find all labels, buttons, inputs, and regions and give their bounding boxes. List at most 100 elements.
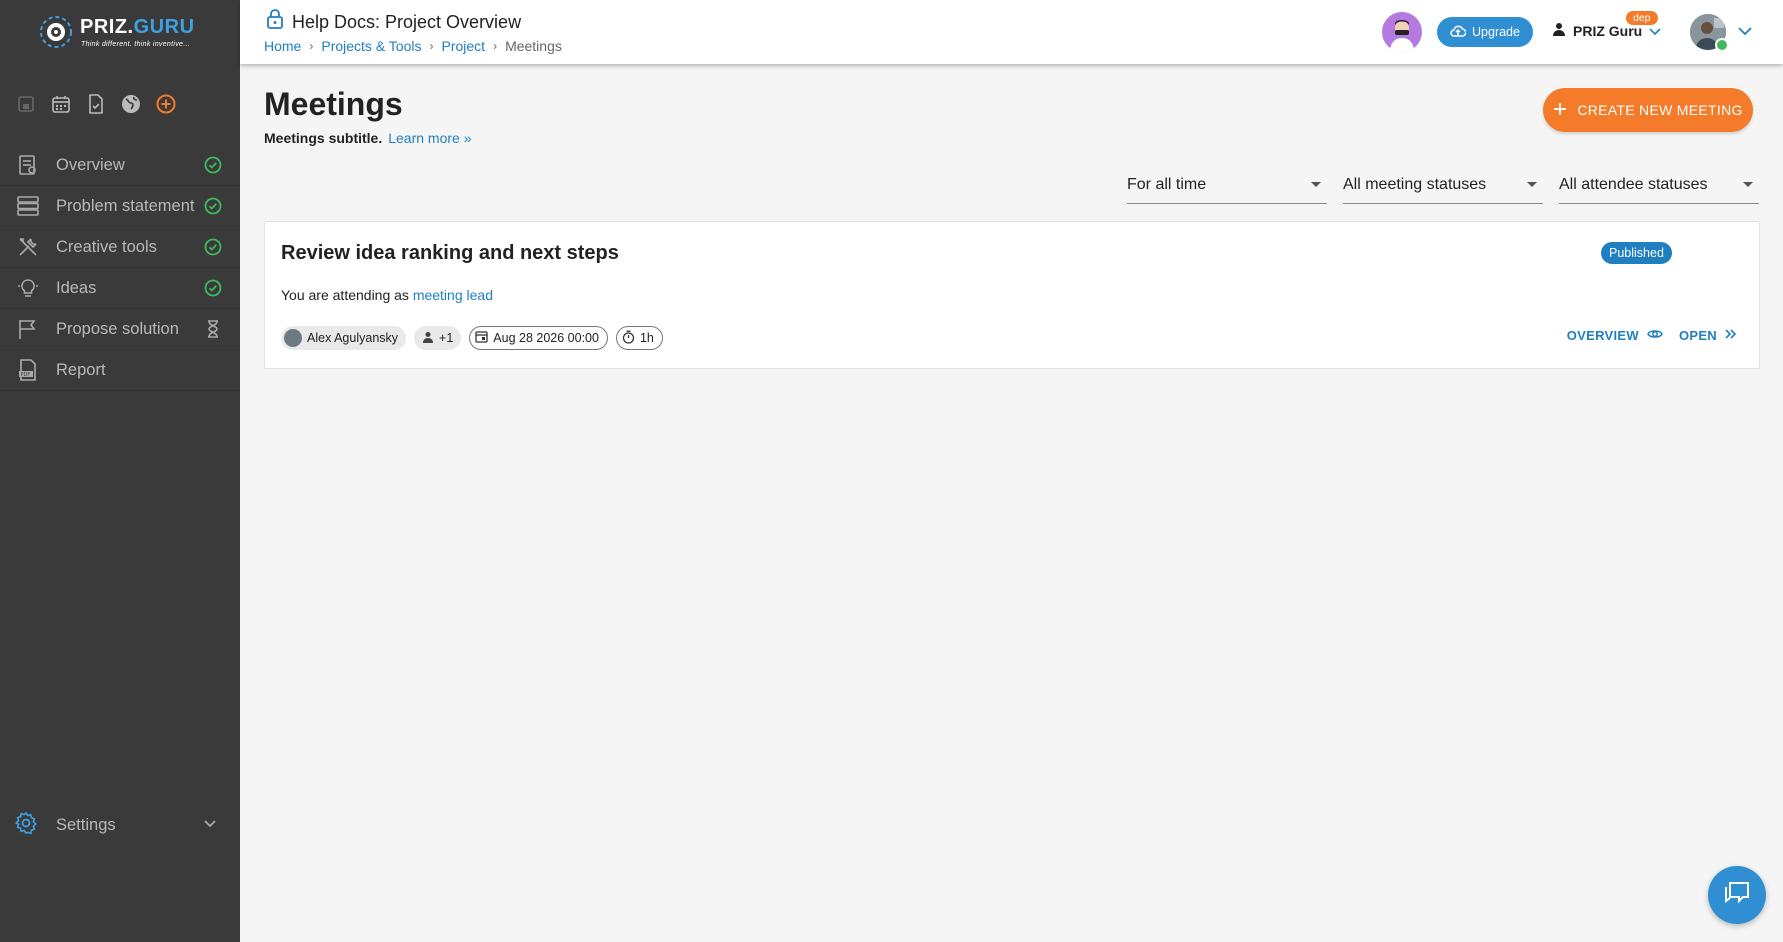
sidebar-item-overview[interactable]: Overview bbox=[0, 145, 240, 186]
duration-chip: 1h bbox=[615, 326, 663, 350]
person-icon bbox=[1552, 22, 1566, 39]
project-nav: Overview Problem statement Creative tool… bbox=[0, 145, 240, 391]
meeting-date: Aug 28 2026 00:00 bbox=[493, 331, 599, 345]
save-icon[interactable] bbox=[14, 92, 38, 116]
breadcrumb: Home › Projects & Tools › Project › Meet… bbox=[264, 38, 562, 54]
attendees-count: +1 bbox=[439, 331, 454, 345]
learn-more-link[interactable]: Learn more » bbox=[388, 130, 471, 146]
attendees-chip[interactable]: +1 bbox=[414, 326, 462, 350]
sidebar-item-ideas[interactable]: Ideas bbox=[0, 268, 240, 309]
sidebar-item-problem-statement[interactable]: Problem statement bbox=[0, 186, 240, 227]
breadcrumb-separator-icon: › bbox=[429, 39, 434, 53]
breadcrumb-current: Meetings bbox=[505, 38, 562, 54]
timer-icon bbox=[622, 330, 635, 347]
attendee-status-filter-value: All attendee statuses bbox=[1559, 175, 1708, 193]
upgrade-label: Upgrade bbox=[1472, 25, 1520, 39]
check-circle-icon bbox=[203, 155, 223, 175]
owner-name: Alex Agulyansky bbox=[307, 331, 399, 345]
sidebar: PRIZ.GURU Think different. think inventi… bbox=[0, 0, 240, 942]
avatar bbox=[284, 329, 302, 347]
breadcrumb-projects-tools[interactable]: Projects & Tools bbox=[321, 38, 421, 54]
subtitle-text: Meetings subtitle. bbox=[264, 130, 383, 146]
dropdown-caret-icon bbox=[1743, 182, 1753, 187]
logo-eye-icon bbox=[40, 16, 72, 48]
svg-text:PDF: PDF bbox=[21, 372, 31, 378]
meeting-status-filter-value: All meeting statuses bbox=[1343, 175, 1487, 193]
lock-icon bbox=[266, 8, 284, 35]
attendee-status-filter-select[interactable]: All attendee statuses bbox=[1559, 166, 1759, 204]
meeting-title: Review idea ranking and next steps bbox=[281, 242, 619, 264]
eye-icon bbox=[1647, 328, 1663, 343]
overview-icon bbox=[16, 153, 40, 177]
logo-wordmark: PRIZ.GURU bbox=[80, 16, 195, 38]
breadcrumb-home[interactable]: Home bbox=[264, 38, 301, 54]
quick-actions bbox=[14, 92, 178, 116]
problem-statement-icon bbox=[16, 194, 40, 218]
check-circle-icon bbox=[203, 237, 223, 257]
pdf-icon: PDF bbox=[16, 358, 40, 382]
date-chip: Aug 28 2026 00:00 bbox=[469, 326, 608, 350]
dropdown-caret-icon bbox=[1311, 182, 1321, 187]
main-content: Meetings Meetings subtitle. Learn more » … bbox=[240, 64, 1783, 942]
cloud-upload-icon bbox=[1450, 24, 1467, 41]
top-header: Help Docs: Project Overview Home › Proje… bbox=[240, 0, 1783, 64]
meeting-card: Review idea ranking and next steps Publi… bbox=[264, 221, 1760, 369]
attendance-role: You are attending as meeting lead bbox=[281, 287, 493, 303]
owner-chip: Alex Agulyansky bbox=[281, 326, 407, 350]
sidebar-item-label: Creative tools bbox=[56, 237, 157, 256]
attending-prefix: You are attending as bbox=[281, 287, 409, 303]
lightbulb-icon bbox=[16, 276, 40, 300]
period-filter-select[interactable]: For all time bbox=[1127, 166, 1327, 204]
sidebar-item-propose-solution[interactable]: Propose solution bbox=[0, 309, 240, 350]
sidebar-item-settings[interactable]: Settings bbox=[0, 805, 240, 845]
person-icon bbox=[422, 331, 434, 346]
calendar-icon bbox=[475, 330, 488, 346]
meeting-actions: OVERVIEW OPEN bbox=[1567, 328, 1737, 343]
meeting-status-filter-select[interactable]: All meeting statuses bbox=[1343, 166, 1543, 204]
upgrade-button[interactable]: Upgrade bbox=[1437, 17, 1533, 47]
online-status-icon bbox=[1715, 38, 1729, 52]
open-button[interactable]: OPEN bbox=[1679, 328, 1737, 343]
environment-badge: dep bbox=[1626, 11, 1658, 25]
gear-icon bbox=[14, 811, 38, 840]
globe-icon[interactable] bbox=[119, 92, 143, 116]
meeting-duration: 1h bbox=[639, 331, 654, 345]
open-label: OPEN bbox=[1678, 328, 1717, 343]
sidebar-item-report[interactable]: PDF Report bbox=[0, 350, 240, 391]
create-meeting-label: CREATE NEW MEETING bbox=[1577, 102, 1743, 118]
period-filter-value: For all time bbox=[1127, 175, 1207, 193]
priz-guru-logo[interactable]: PRIZ.GURU Think different. think inventi… bbox=[36, 10, 211, 54]
sidebar-item-creative-tools[interactable]: Creative tools bbox=[0, 227, 240, 268]
add-circle-icon[interactable] bbox=[154, 92, 178, 116]
chat-button[interactable] bbox=[1708, 866, 1766, 924]
breadcrumb-separator-icon: › bbox=[493, 39, 498, 53]
plus-icon bbox=[1553, 102, 1567, 119]
chat-icon bbox=[1723, 880, 1751, 911]
sidebar-item-label: Overview bbox=[56, 155, 125, 174]
settings-label: Settings bbox=[56, 815, 116, 834]
create-meeting-button[interactable]: CREATE NEW MEETING bbox=[1543, 88, 1753, 132]
overview-label: OVERVIEW bbox=[1566, 328, 1639, 343]
check-circle-icon bbox=[203, 196, 223, 216]
task-icon[interactable] bbox=[84, 92, 108, 116]
calendar-icon[interactable] bbox=[49, 92, 73, 116]
assistant-avatar[interactable] bbox=[1382, 12, 1422, 52]
meeting-meta: Alex Agulyansky +1 Aug 28 2026 00:00 1h bbox=[281, 326, 663, 350]
sidebar-item-label: Ideas bbox=[56, 278, 97, 297]
flag-icon bbox=[16, 317, 40, 341]
chevron-down-icon[interactable] bbox=[1738, 24, 1752, 42]
hourglass-icon bbox=[203, 319, 223, 339]
breadcrumb-separator-icon: › bbox=[309, 39, 314, 53]
status-badge: Published bbox=[1601, 242, 1672, 264]
sidebar-item-label: Propose solution bbox=[56, 319, 179, 338]
chevron-down-icon bbox=[203, 816, 217, 835]
breadcrumb-project[interactable]: Project bbox=[441, 38, 485, 54]
logo-tagline: Think different. think inventive... bbox=[81, 41, 190, 48]
page-subtitle: Meetings subtitle. Learn more » bbox=[264, 130, 472, 146]
project-title: Help Docs: Project Overview bbox=[292, 12, 522, 32]
dropdown-caret-icon bbox=[1527, 182, 1537, 187]
tools-icon bbox=[16, 235, 40, 259]
sidebar-item-label: Report bbox=[56, 360, 106, 379]
overview-button[interactable]: OVERVIEW bbox=[1567, 328, 1663, 343]
role-link[interactable]: meeting lead bbox=[413, 287, 493, 303]
